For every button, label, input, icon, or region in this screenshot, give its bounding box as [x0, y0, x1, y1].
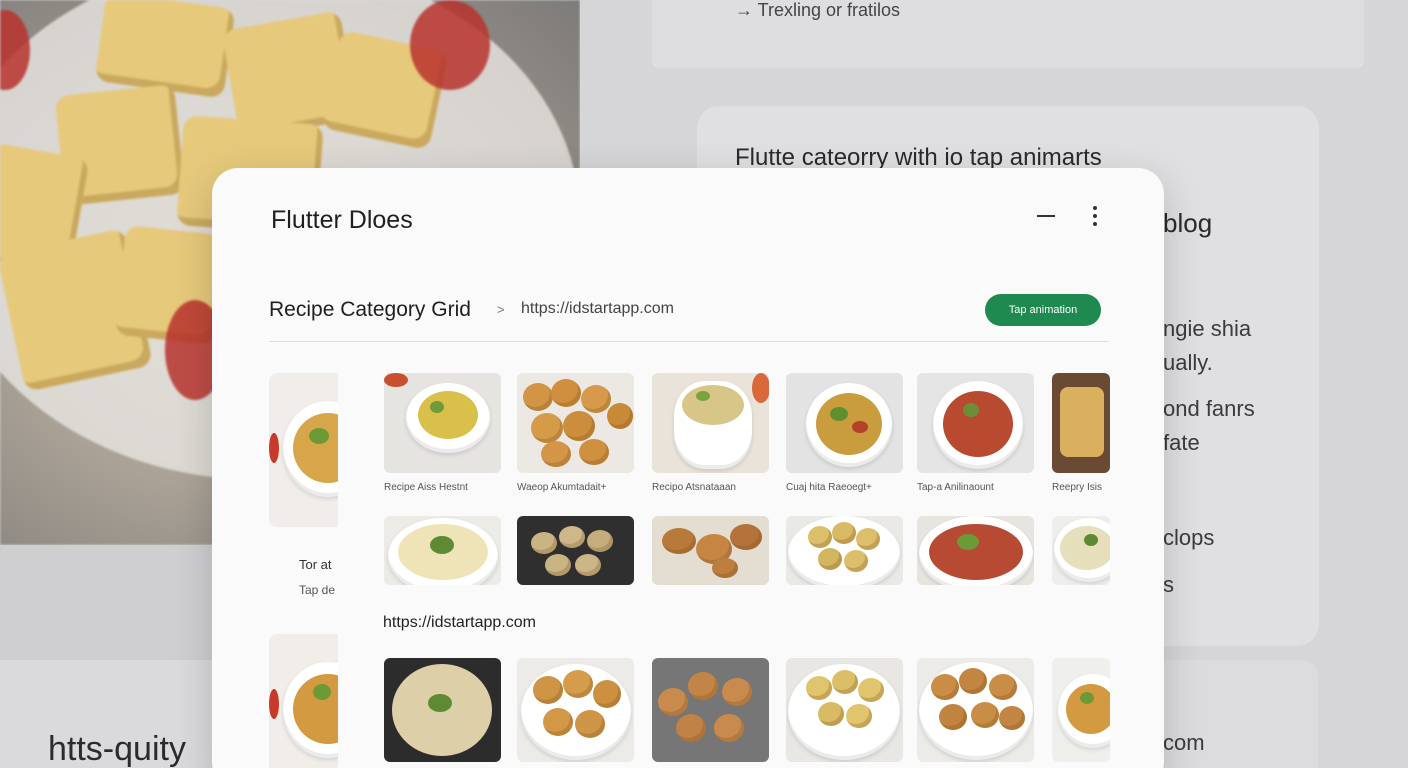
side-text-line: Tor at — [299, 557, 332, 572]
background-fragment: clops — [1163, 525, 1215, 550]
recipe-tile[interactable] — [517, 516, 634, 585]
recipe-image — [517, 373, 634, 473]
side-preview-image[interactable] — [269, 634, 338, 768]
recipe-image — [517, 658, 634, 762]
recipe-image — [917, 516, 1034, 585]
recipe-tile[interactable] — [384, 658, 501, 762]
background-blog-word: blog — [1163, 208, 1213, 238]
grid-title: Recipe Category Grid — [269, 298, 471, 321]
recipe-tile[interactable]: Tap-a Anilinaount — [917, 373, 1034, 493]
recipe-tile[interactable]: Waeop Akumtadait+ — [517, 373, 634, 493]
background-fragment: fate — [1163, 430, 1200, 455]
recipe-tile[interactable] — [1052, 516, 1110, 585]
background-fragment: com — [1163, 730, 1205, 755]
recipe-tile[interactable]: Cuaj hita Raeoegt+ — [786, 373, 903, 493]
recipe-tile[interactable]: Recipo Atsnataaan — [652, 373, 769, 493]
minimize-icon[interactable] — [1034, 204, 1058, 228]
recipe-tile[interactable] — [652, 658, 769, 762]
dialog-window: Flutter Dloes Recipe Category Grid > htt… — [212, 168, 1164, 768]
background-fragment: ngie shia — [1163, 316, 1252, 341]
recipe-image — [917, 373, 1034, 473]
recipe-tile[interactable] — [1052, 658, 1110, 762]
background-bottom-text: htts-quity — [48, 730, 186, 768]
recipe-tile[interactable] — [517, 658, 634, 762]
recipe-image — [917, 658, 1034, 762]
recipe-image — [1052, 373, 1110, 473]
recipe-image — [1052, 516, 1110, 585]
tap-animation-button[interactable]: Tap animation — [985, 294, 1101, 326]
recipe-image — [652, 516, 769, 585]
recipe-caption: Recipe Aiss Hestnt — [384, 482, 468, 493]
background-fragment: s — [1163, 572, 1174, 597]
recipe-tile[interactable] — [384, 516, 501, 585]
side-text-line: Tap de — [299, 583, 336, 597]
background-top-link[interactable]: → Trexling or fratilos — [735, 0, 900, 21]
recipe-tile[interactable] — [917, 658, 1034, 762]
recipe-caption: Reepry Isis — [1052, 482, 1103, 493]
recipe-image — [384, 373, 501, 473]
recipe-tile[interactable]: Recipe Aiss Hestnt — [384, 373, 501, 493]
recipe-image — [786, 373, 903, 473]
recipe-tile[interactable] — [786, 658, 903, 762]
recipe-tile[interactable] — [652, 516, 769, 585]
recipe-tile[interactable] — [786, 516, 903, 585]
background-fragment: ually. — [1163, 350, 1213, 375]
recipe-tile[interactable] — [917, 516, 1034, 585]
grid-section-url[interactable]: https://idstartapp.com — [383, 614, 536, 632]
recipe-image — [652, 658, 769, 762]
recipe-image — [384, 516, 501, 585]
recipe-tile[interactable]: Reepry Isis — [1052, 373, 1110, 493]
header-url-link[interactable]: https://idstartapp.com — [521, 300, 674, 318]
recipe-image — [786, 658, 903, 762]
grid-header-bar: Recipe Category Grid > https://idstartap… — [269, 294, 1108, 342]
recipe-image — [517, 516, 634, 585]
recipe-image — [786, 516, 903, 585]
recipe-caption: Cuaj hita Raeoegt+ — [786, 482, 872, 493]
recipe-image — [1052, 658, 1110, 762]
more-vert-icon[interactable] — [1088, 204, 1102, 228]
side-preview-image[interactable] — [269, 373, 338, 527]
recipe-caption: Tap-a Anilinaount — [917, 482, 994, 493]
recipe-image — [384, 658, 501, 762]
background-fragment: ond fanrs — [1163, 396, 1255, 421]
recipe-caption: Waeop Akumtadait+ — [517, 482, 607, 493]
side-preview-column: Tor at Tap de — [269, 373, 338, 768]
recipe-image — [652, 373, 769, 473]
recipe-caption: Recipo Atsnataaan — [652, 482, 736, 493]
dialog-title: Flutter Dloes — [271, 206, 413, 234]
breadcrumb-separator: > — [497, 302, 505, 317]
